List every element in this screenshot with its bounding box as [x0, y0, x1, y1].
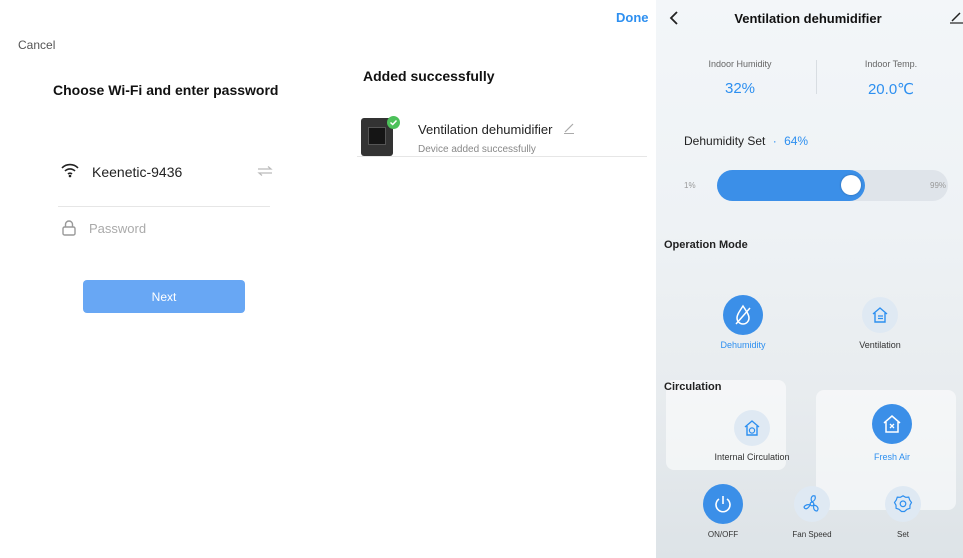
dehumidity-mode-button[interactable] [723, 295, 763, 335]
ventilation-mode-label: Ventilation [859, 340, 901, 350]
added-screen: Done Added successfully Ventilation dehu… [310, 0, 656, 558]
fan-icon [803, 495, 819, 512]
fan-speed-label: Fan Speed [792, 530, 832, 539]
fresh-air-icon [883, 415, 901, 433]
slider-min-label: 1% [684, 181, 696, 190]
droplet-off-icon [735, 304, 751, 325]
device-screen [368, 127, 386, 145]
device-name: Ventilation dehumidifier [418, 122, 553, 137]
dehumidity-set-row: Dehumidity Set · 64% [684, 134, 808, 148]
wifi-icon [61, 163, 79, 178]
password-field[interactable]: Password [58, 218, 270, 244]
dehumidity-set-label: Dehumidity Set [684, 134, 766, 148]
slider-thumb[interactable] [841, 175, 861, 195]
password-input[interactable]: Password [89, 221, 146, 236]
device-status: Device added successfully [418, 144, 536, 155]
next-button-label: Next [151, 289, 177, 304]
indoor-temp-value: 20.0℃ [867, 81, 915, 98]
slider-max-label: 99% [930, 181, 947, 190]
wifi-network-name: Keenetic-9436 [92, 164, 183, 180]
fresh-air-label: Fresh Air [873, 452, 910, 462]
control-title: Ventilation dehumidifier [734, 11, 882, 26]
control-screen: Ventilation dehumidifier Indoor Humidity… [656, 0, 963, 558]
dehumidity-slider[interactable] [717, 170, 948, 201]
circulation-title: Circulation [664, 381, 722, 393]
divider [816, 60, 817, 94]
wifi-network-row[interactable]: Keenetic-9436 [58, 160, 273, 207]
power-label: ON/OFF [707, 530, 739, 539]
internal-circulation-button[interactable] [734, 410, 770, 446]
settings-button[interactable] [885, 486, 921, 522]
internal-circulation-icon [744, 420, 760, 436]
page-title: Choose Wi-Fi and enter password [53, 82, 279, 98]
wifi-screen: Cancel Choose Wi-Fi and enter password K… [0, 0, 310, 558]
edit-icon[interactable] [949, 10, 963, 24]
next-button[interactable]: Next [83, 280, 245, 313]
added-title: Added successfully [363, 68, 495, 84]
ventilation-icon [872, 307, 888, 323]
indoor-humidity-label: Indoor Humidity [708, 59, 772, 69]
dehumidity-mode-label: Dehumidity [720, 340, 766, 350]
dehumidity-set-value: 64% [784, 134, 809, 148]
done-button[interactable]: Done [616, 10, 649, 25]
cancel-button[interactable]: Cancel [18, 38, 55, 52]
power-button[interactable] [703, 484, 743, 524]
device-list-item[interactable]: Ventilation dehumidifier Device added su… [357, 114, 647, 157]
indoor-temp-label: Indoor Temp. [864, 59, 918, 69]
fan-speed-button[interactable] [794, 486, 830, 522]
success-check-icon [387, 116, 400, 129]
switch-network-icon[interactable] [257, 166, 273, 176]
gear-icon [893, 495, 913, 513]
edit-name-icon[interactable] [563, 122, 575, 134]
operation-mode-title: Operation Mode [664, 239, 748, 251]
power-icon [715, 496, 731, 513]
back-icon[interactable] [669, 10, 679, 26]
ventilation-mode-button[interactable] [862, 297, 898, 333]
indoor-humidity-value: 32% [724, 80, 756, 97]
settings-label: Set [896, 530, 909, 539]
fresh-air-button[interactable] [872, 404, 912, 444]
lock-icon [62, 220, 76, 236]
dehumidity-set-separator: · [772, 134, 777, 148]
internal-circulation-label: Internal Circulation [714, 452, 790, 462]
